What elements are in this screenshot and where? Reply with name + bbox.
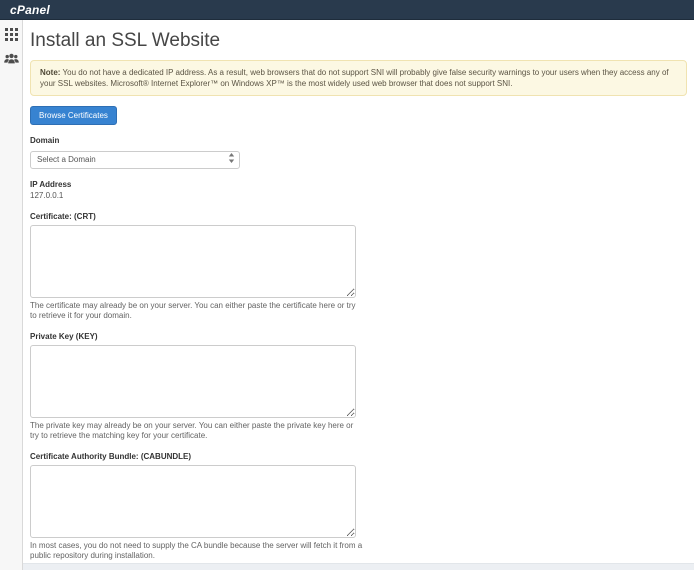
sidebar-item-user-manager[interactable]: [4, 52, 19, 66]
certificate-crt-textarea[interactable]: [30, 225, 356, 298]
domain-select-wrap: Select a Domain: [30, 149, 240, 169]
browse-certificates-button[interactable]: Browse Certificates: [30, 106, 117, 125]
user-groups-icon: [4, 53, 19, 65]
page-layout: Install an SSL Website Note: You do not …: [0, 20, 694, 570]
apps-grid-icon: [5, 28, 18, 41]
notice-box: Note: You do not have a dedicated IP add…: [30, 60, 687, 96]
page-title: Install an SSL Website: [30, 30, 688, 52]
ca-bundle-help: In most cases, you do not need to supply…: [30, 541, 364, 561]
ca-bundle-label: Certificate Authority Bundle: (CABUNDLE): [30, 452, 688, 461]
sidebar: [0, 20, 23, 570]
cpanel-logo[interactable]: cPanel: [10, 3, 50, 17]
private-key-help: The private key may already be on your s…: [30, 421, 364, 441]
top-nav-bar: cPanel: [0, 0, 694, 20]
domain-select[interactable]: Select a Domain: [30, 151, 240, 169]
private-key-label: Private Key (KEY): [30, 332, 688, 341]
footer-strip: [23, 563, 694, 570]
certificate-crt-help: The certificate may already be on your s…: [30, 301, 364, 321]
notice-label: Note:: [40, 68, 60, 77]
ip-address-label: IP Address: [30, 180, 688, 189]
domain-label: Domain: [30, 136, 688, 145]
certificate-crt-label: Certificate: (CRT): [30, 212, 688, 221]
ca-bundle-textarea[interactable]: [30, 465, 356, 538]
private-key-textarea[interactable]: [30, 345, 356, 418]
sidebar-item-apps[interactable]: [4, 27, 19, 41]
ip-address-value: 127.0.0.1: [30, 191, 688, 201]
notice-text: You do not have a dedicated IP address. …: [40, 68, 669, 88]
main-content: Install an SSL Website Note: You do not …: [23, 20, 694, 570]
